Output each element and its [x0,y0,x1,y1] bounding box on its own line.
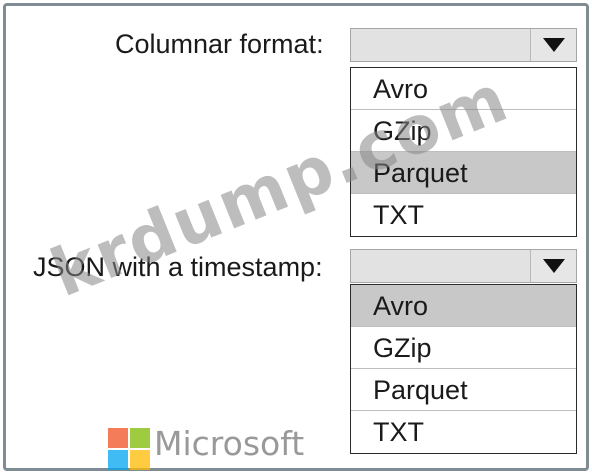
triangle-down-icon [542,259,565,273]
option-parquet[interactable]: Parquet [351,152,576,194]
triangle-down-icon [542,38,565,52]
columnar-format-label: Columnar format: [115,29,324,59]
option-gzip[interactable]: GZip [351,110,576,152]
json-timestamp-select[interactable] [350,249,577,283]
json-timestamp-options-list: Avro GZip Parquet TXT [350,284,577,454]
option-txt[interactable]: TXT [351,194,576,236]
option-avro[interactable]: Avro [351,285,576,327]
columnar-format-dropdown-button[interactable] [530,29,576,61]
option-avro[interactable]: Avro [351,68,576,110]
json-timestamp-label: JSON with a timestamp: [33,252,323,282]
columnar-format-options-list: Avro GZip Parquet TXT [350,67,577,237]
option-parquet[interactable]: Parquet [351,369,576,411]
microsoft-logo-icon [108,428,150,470]
columnar-format-select[interactable] [350,28,577,62]
json-timestamp-dropdown-button[interactable] [530,250,576,282]
microsoft-logo-text: Microsoft [154,424,305,463]
option-gzip[interactable]: GZip [351,327,576,369]
option-txt[interactable]: TXT [351,411,576,453]
